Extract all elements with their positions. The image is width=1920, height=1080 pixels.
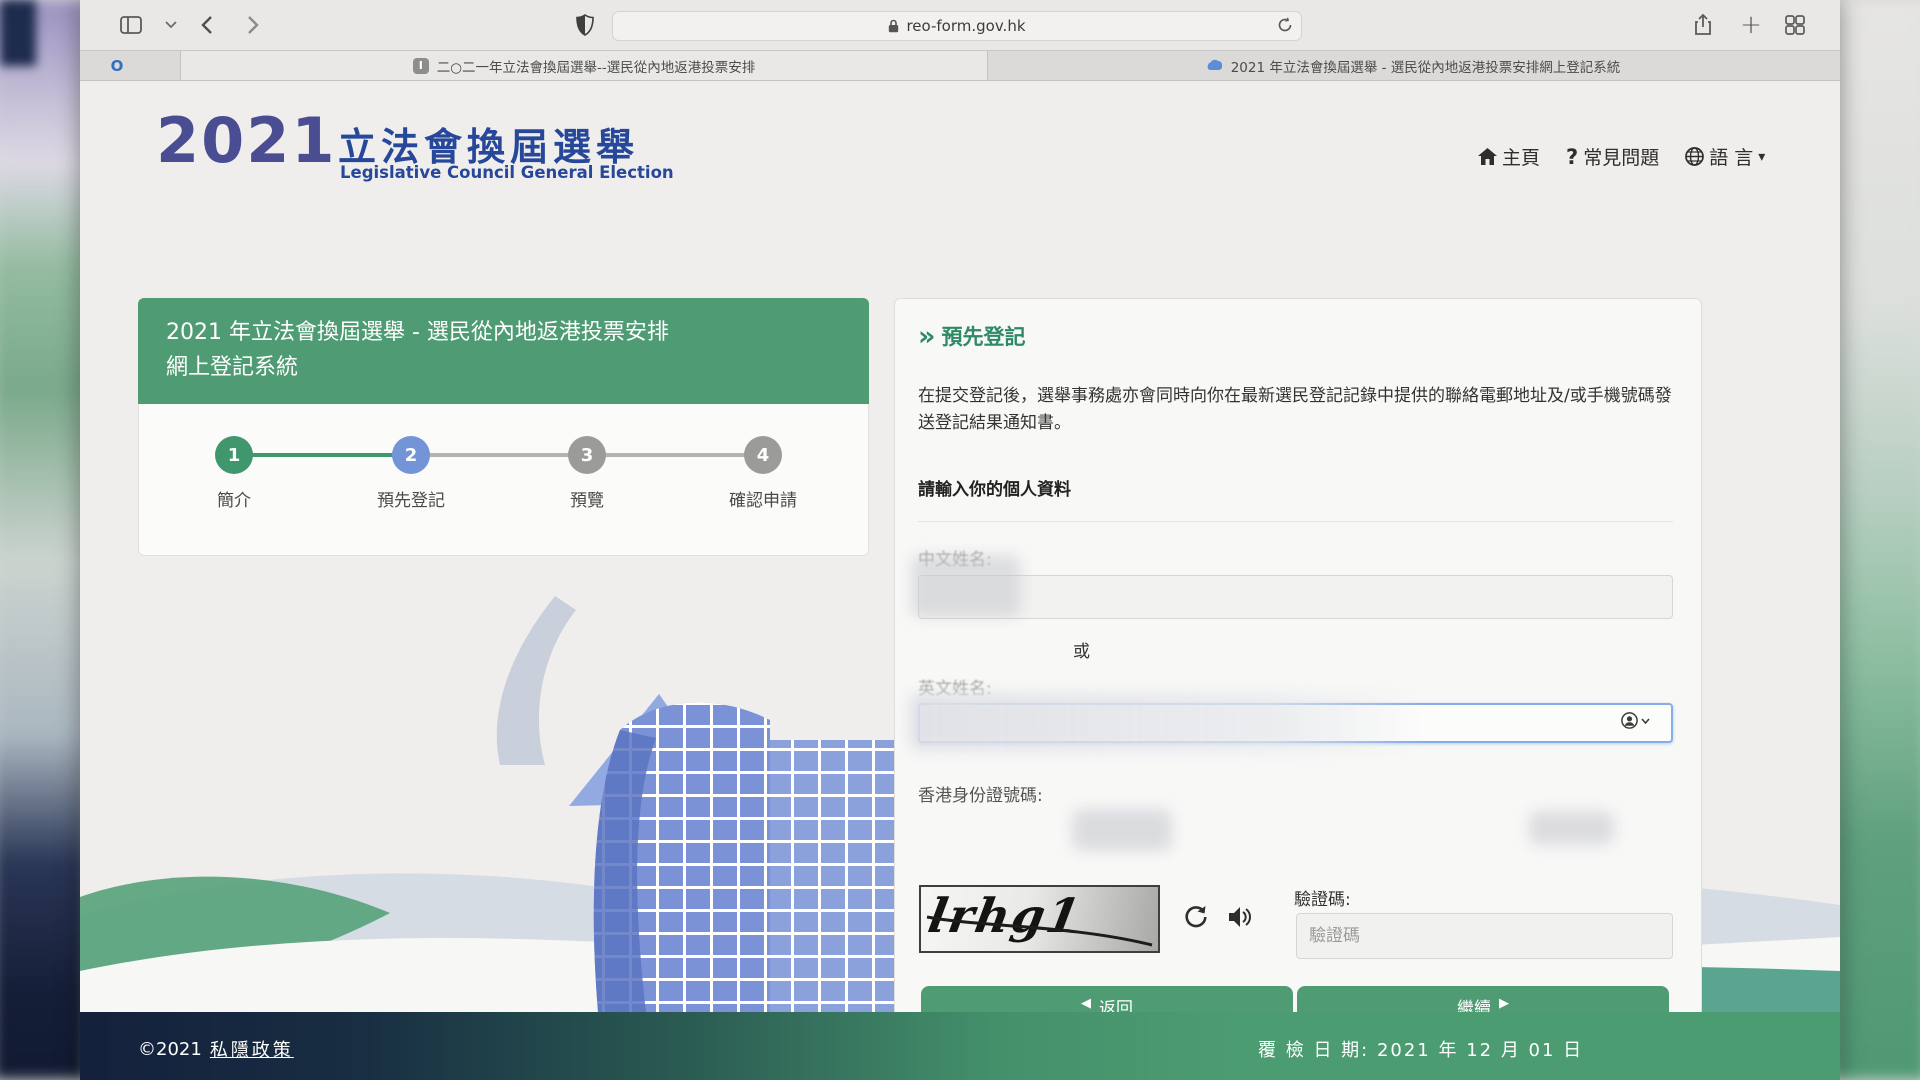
tab-other[interactable]: 2021 年立法會換屆選舉 - 選民從內地返港投票安排網上登記系統 [986, 51, 1840, 80]
globe-icon [1685, 147, 1704, 166]
home-icon [1478, 148, 1497, 165]
url-text: reo-form.gov.hk [906, 17, 1025, 35]
tab-favicon [1206, 58, 1223, 73]
banner-title-line2: 網上登記系統 [166, 350, 869, 385]
nav-faq[interactable]: ? 常見問題 [1566, 143, 1659, 170]
chinese-name-input[interactable] [918, 575, 1673, 619]
new-tab-icon[interactable]: + [1736, 10, 1766, 40]
step-label-3: 預覽 [527, 486, 647, 511]
blurred-background-right [1832, 0, 1920, 1080]
reload-icon[interactable] [1277, 16, 1293, 34]
step-connector-done [234, 453, 411, 457]
blurred-background-left [0, 0, 88, 1080]
or-text: 或 [1073, 637, 1090, 662]
banner-title: 2021 年立法會換屆選舉 - 選民從內地返港投票安排 網上登記系統 [138, 298, 869, 404]
captcha-image: lrhg1 [919, 885, 1160, 953]
blurred-corner [0, 0, 36, 66]
contact-autofill-icon[interactable] [1621, 712, 1650, 729]
registration-form-card: » 預先登記 在提交登記後，選舉事務處亦會同時向你在最新選民登記記錄中提供的聯絡… [894, 298, 1702, 1060]
banner-title-line1: 2021 年立法會換屆選舉 - 選民從內地返港投票安排 [166, 315, 869, 350]
refresh-captcha-icon[interactable] [1181, 901, 1211, 933]
double-chevron-icon: » [918, 326, 932, 347]
review-date: 覆 檢 日 期: 2021 年 12 月 01 日 [1258, 1036, 1583, 1062]
privacy-policy-link[interactable]: 私隱政策 [210, 1036, 294, 1062]
back-icon[interactable] [192, 10, 222, 40]
page-footer: ©2021 私隱政策 覆 檢 日 期: 2021 年 12 月 01 日 [80, 1012, 1840, 1080]
step-circle-3: 3 [568, 436, 606, 474]
chevron-down-icon[interactable] [156, 10, 186, 40]
form-heading: » 預先登記 [918, 321, 1025, 351]
tab-overview-icon[interactable] [1780, 10, 1810, 40]
nav-language[interactable]: 語 言 ▾ [1685, 143, 1765, 170]
logo-year: 2021 [156, 104, 337, 177]
step-circle-1: 1 [215, 436, 253, 474]
tab-favicon: I [413, 58, 429, 74]
stepper: 1 2 3 4 簡介 預先登記 預覽 確認申請 [138, 404, 869, 556]
tab-title: 2021 年立法會換屆選舉 - 選民從內地返港投票安排網上登記系統 [1231, 56, 1621, 76]
privacy-blur [1529, 811, 1614, 845]
personal-data-heading: 請輸入你的個人資料 [918, 475, 1071, 500]
browser-window: reo-form.gov.hk + O I 二○二一年立法會換屆選舉--選民從內… [80, 0, 1840, 1080]
hkid-label: 香港身份證號碼: [918, 781, 1043, 806]
continue-arrow-icon: ▶ [1499, 994, 1509, 1014]
nav-home[interactable]: 主頁 [1478, 143, 1540, 170]
question-icon: ? [1566, 145, 1578, 169]
share-icon[interactable] [1688, 10, 1718, 40]
captcha-input-label: 驗證碼: [1294, 885, 1351, 910]
tab-current[interactable]: I 二○二一年立法會換屆選舉--選民從內地返港投票安排 [180, 51, 988, 80]
divider [918, 521, 1673, 522]
captcha-input[interactable] [1296, 913, 1673, 959]
privacy-blur [911, 555, 1021, 617]
sidebar-icon[interactable] [116, 10, 146, 40]
audio-captcha-icon[interactable] [1225, 901, 1255, 933]
copyright-text: ©2021 [138, 1039, 202, 1060]
back-arrow-icon: ◀ [1081, 994, 1091, 1014]
video-frame: reo-form.gov.hk + O I 二○二一年立法會換屆選舉--選民從內… [0, 0, 1920, 1080]
url-bar[interactable]: reo-form.gov.hk [612, 11, 1302, 41]
form-heading-label: 預先登記 [941, 321, 1025, 351]
nav-faq-label: 常見問題 [1583, 143, 1659, 170]
step-label-2: 預先登記 [351, 486, 471, 511]
nav-language-label: 語 言 [1709, 143, 1753, 170]
site-nav: 主頁 ? 常見問題 語 言 ▾ [1478, 143, 1765, 170]
tab-bar: O I 二○二一年立法會換屆選舉--選民從內地返港投票安排 2021 年立法會換… [80, 51, 1840, 81]
nav-home-label: 主頁 [1502, 143, 1540, 170]
step-circle-2: 2 [392, 436, 430, 474]
privacy-blur [1072, 809, 1172, 851]
pinned-tab-favicon[interactable]: O [106, 55, 128, 77]
step-circle-4: 4 [744, 436, 782, 474]
form-intro-text: 在提交登記後，選舉事務處亦會同時向你在最新選民登記記錄中提供的聯絡電郵地址及/或… [918, 383, 1675, 437]
banner-card: 2021 年立法會換屆選舉 - 選民從內地返港投票安排 網上登記系統 1 2 3… [138, 298, 869, 557]
shield-icon[interactable] [570, 10, 600, 40]
caret-down-icon: ▾ [1758, 149, 1765, 165]
forward-icon[interactable] [238, 10, 268, 40]
logo-subtitle: Legislative Council General Election [340, 163, 674, 182]
browser-toolbar: reo-form.gov.hk + [80, 0, 1840, 51]
privacy-blur [909, 693, 1424, 751]
footer-copyright: ©2021 私隱政策 [138, 1036, 294, 1062]
lock-icon [888, 19, 899, 33]
step-label-1: 簡介 [174, 486, 294, 511]
tab-title: 二○二一年立法會換屆選舉--選民從內地返港投票安排 [437, 56, 756, 76]
step-label-4: 確認申請 [703, 486, 823, 511]
building-illustration [470, 590, 910, 1012]
